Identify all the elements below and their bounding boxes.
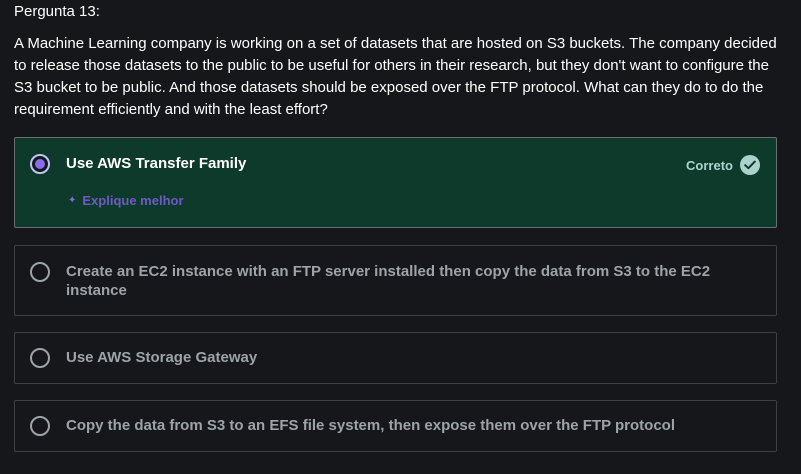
radio-icon[interactable] — [30, 416, 50, 436]
answer-option-label: Use AWS Storage Gateway — [66, 349, 258, 366]
explain-more-label: Explique melhor — [82, 193, 184, 208]
radio-icon[interactable] — [30, 262, 50, 282]
question-page: Pergunta 13: A Machine Learning company … — [0, 0, 801, 474]
radio-icon[interactable] — [30, 348, 50, 368]
correct-indicator: Correto — [686, 155, 760, 175]
radio-icon[interactable] — [30, 154, 50, 174]
answer-option-1[interactable]: Use AWS Transfer Family Correto ✦ Expliq… — [14, 137, 777, 228]
answer-option-4[interactable]: Copy the data from S3 to an EFS file sys… — [14, 400, 777, 452]
check-circle-icon — [740, 155, 760, 175]
result-label: Correto — [686, 157, 733, 173]
answer-option-label: Create an EC2 instance with an FTP serve… — [66, 263, 711, 299]
question-text: A Machine Learning company is working on… — [14, 35, 777, 118]
explain-more-link[interactable]: ✦ Explique melhor — [68, 193, 184, 208]
answer-option-3[interactable]: Use AWS Storage Gateway — [14, 332, 777, 384]
answer-option-label: Use AWS Transfer Family — [66, 155, 247, 172]
answer-option-label: Copy the data from S3 to an EFS file sys… — [66, 417, 676, 434]
answer-option-2[interactable]: Create an EC2 instance with an FTP serve… — [14, 245, 777, 316]
question-number: Pergunta 13: — [14, 3, 100, 20]
sparkle-icon: ✦ — [68, 194, 77, 206]
